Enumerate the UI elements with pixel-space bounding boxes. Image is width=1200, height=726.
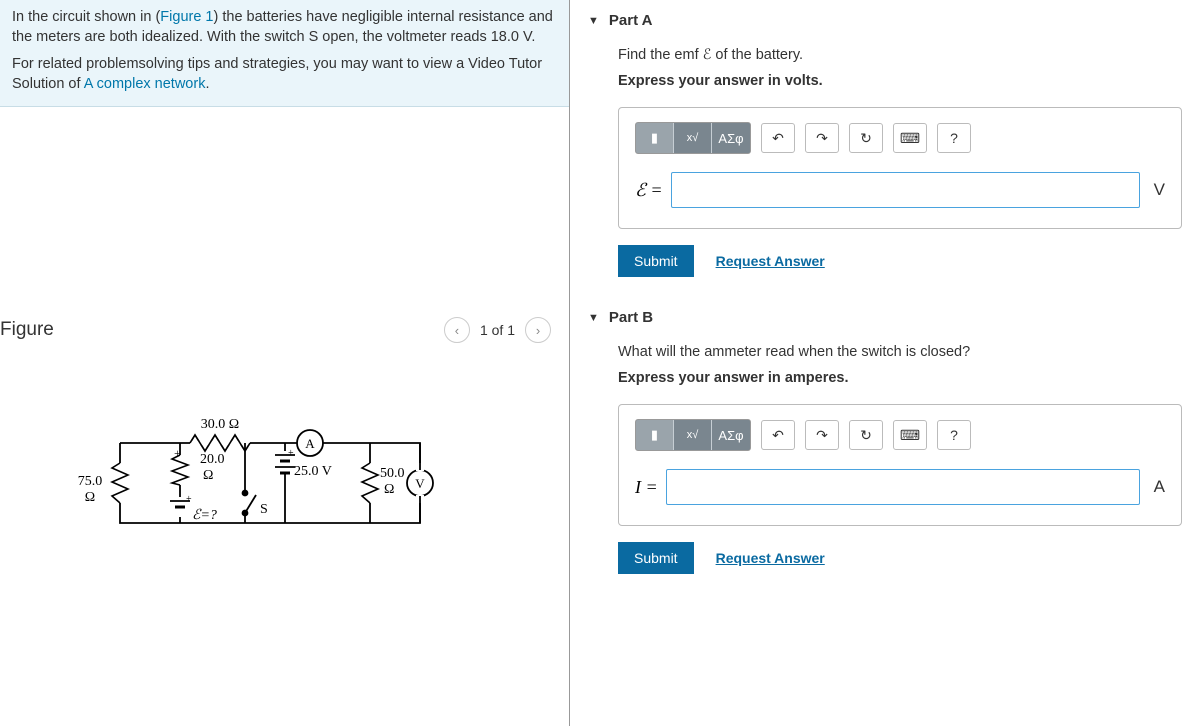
svg-text:Ω: Ω (203, 468, 213, 483)
reset-button[interactable]: ↻ (849, 420, 883, 450)
problem-statement: In the circuit shown in (Figure 1) the b… (0, 0, 569, 107)
fraction-button[interactable]: x√ (674, 123, 712, 153)
svg-text:Ω: Ω (384, 482, 394, 497)
answer-input-b[interactable] (666, 469, 1140, 505)
svg-text:S: S (260, 502, 268, 517)
svg-text:+: + (288, 448, 294, 459)
figure-link[interactable]: Figure 1 (160, 9, 213, 25)
submit-button-a[interactable]: Submit (618, 245, 694, 277)
collapse-icon[interactable]: ▼ (588, 15, 599, 27)
svg-text:20.0: 20.0 (200, 452, 225, 467)
variable-label: I = (635, 477, 658, 498)
svg-text:V: V (415, 476, 425, 491)
part-b-title: Part B (609, 309, 653, 326)
undo-button[interactable]: ↶ (761, 123, 795, 153)
figure-pager: ‹ 1 of 1 › (444, 317, 551, 343)
collapse-icon[interactable]: ▼ (588, 312, 599, 324)
tips-text: . (205, 76, 209, 92)
part-a-question: Find the emf ℰ of the battery. (618, 47, 1182, 63)
tips-link[interactable]: A complex network (84, 76, 206, 92)
help-button[interactable]: ? (937, 123, 971, 153)
svg-text:+: + (174, 446, 181, 460)
figure-title: Figure (0, 319, 54, 341)
redo-button[interactable]: ↷ (805, 123, 839, 153)
reset-button[interactable]: ↻ (849, 123, 883, 153)
circuit-diagram: A V 30.0 Ω 75.0 Ω 20.0 Ω ℰ=? S 25.0 V 50… (60, 413, 480, 553)
undo-button[interactable]: ↶ (761, 420, 795, 450)
svg-text:25.0 V: 25.0 V (294, 464, 332, 479)
part-b-instruction: Express your answer in amperes. (618, 370, 1182, 386)
svg-text:A: A (305, 436, 315, 451)
templates-button[interactable]: ▮ (636, 123, 674, 153)
redo-button[interactable]: ↷ (805, 420, 839, 450)
svg-text:ℰ=?: ℰ=? (192, 508, 217, 523)
request-answer-b[interactable]: Request Answer (716, 550, 825, 566)
svg-text:50.0: 50.0 (380, 466, 405, 481)
submit-button-b[interactable]: Submit (618, 542, 694, 574)
variable-label: ℰ = (635, 180, 663, 201)
pager-label: 1 of 1 (480, 322, 515, 338)
greek-button[interactable]: ΑΣφ (712, 420, 750, 450)
part-a-title: Part A (609, 12, 653, 29)
problem-text: In the circuit shown in ( (12, 9, 160, 25)
templates-button[interactable]: ▮ (636, 420, 674, 450)
fraction-button[interactable]: x√ (674, 420, 712, 450)
help-button[interactable]: ? (937, 420, 971, 450)
keyboard-button[interactable]: ⌨ (893, 123, 927, 153)
part-a-instruction: Express your answer in volts. (618, 73, 1182, 89)
format-group: ▮ x√ ΑΣφ (635, 419, 751, 451)
answer-box-a: ▮ x√ ΑΣφ ↶ ↷ ↻ ⌨ ? ℰ = V (618, 107, 1182, 229)
unit-label: V (1154, 180, 1165, 200)
answer-input-a[interactable] (671, 172, 1140, 208)
prev-figure-button[interactable]: ‹ (444, 317, 470, 343)
unit-label: A (1154, 477, 1165, 497)
next-figure-button[interactable]: › (525, 317, 551, 343)
part-b-question: What will the ammeter read when the swit… (618, 344, 1182, 360)
request-answer-a[interactable]: Request Answer (716, 253, 825, 269)
answer-box-b: ▮ x√ ΑΣφ ↶ ↷ ↻ ⌨ ? I = A (618, 404, 1182, 526)
svg-text:Ω: Ω (85, 490, 95, 505)
keyboard-button[interactable]: ⌨ (893, 420, 927, 450)
svg-text:+: + (186, 494, 192, 505)
greek-button[interactable]: ΑΣφ (712, 123, 750, 153)
svg-text:75.0: 75.0 (78, 474, 103, 489)
svg-text:30.0 Ω: 30.0 Ω (201, 417, 239, 432)
format-group: ▮ x√ ΑΣφ (635, 122, 751, 154)
